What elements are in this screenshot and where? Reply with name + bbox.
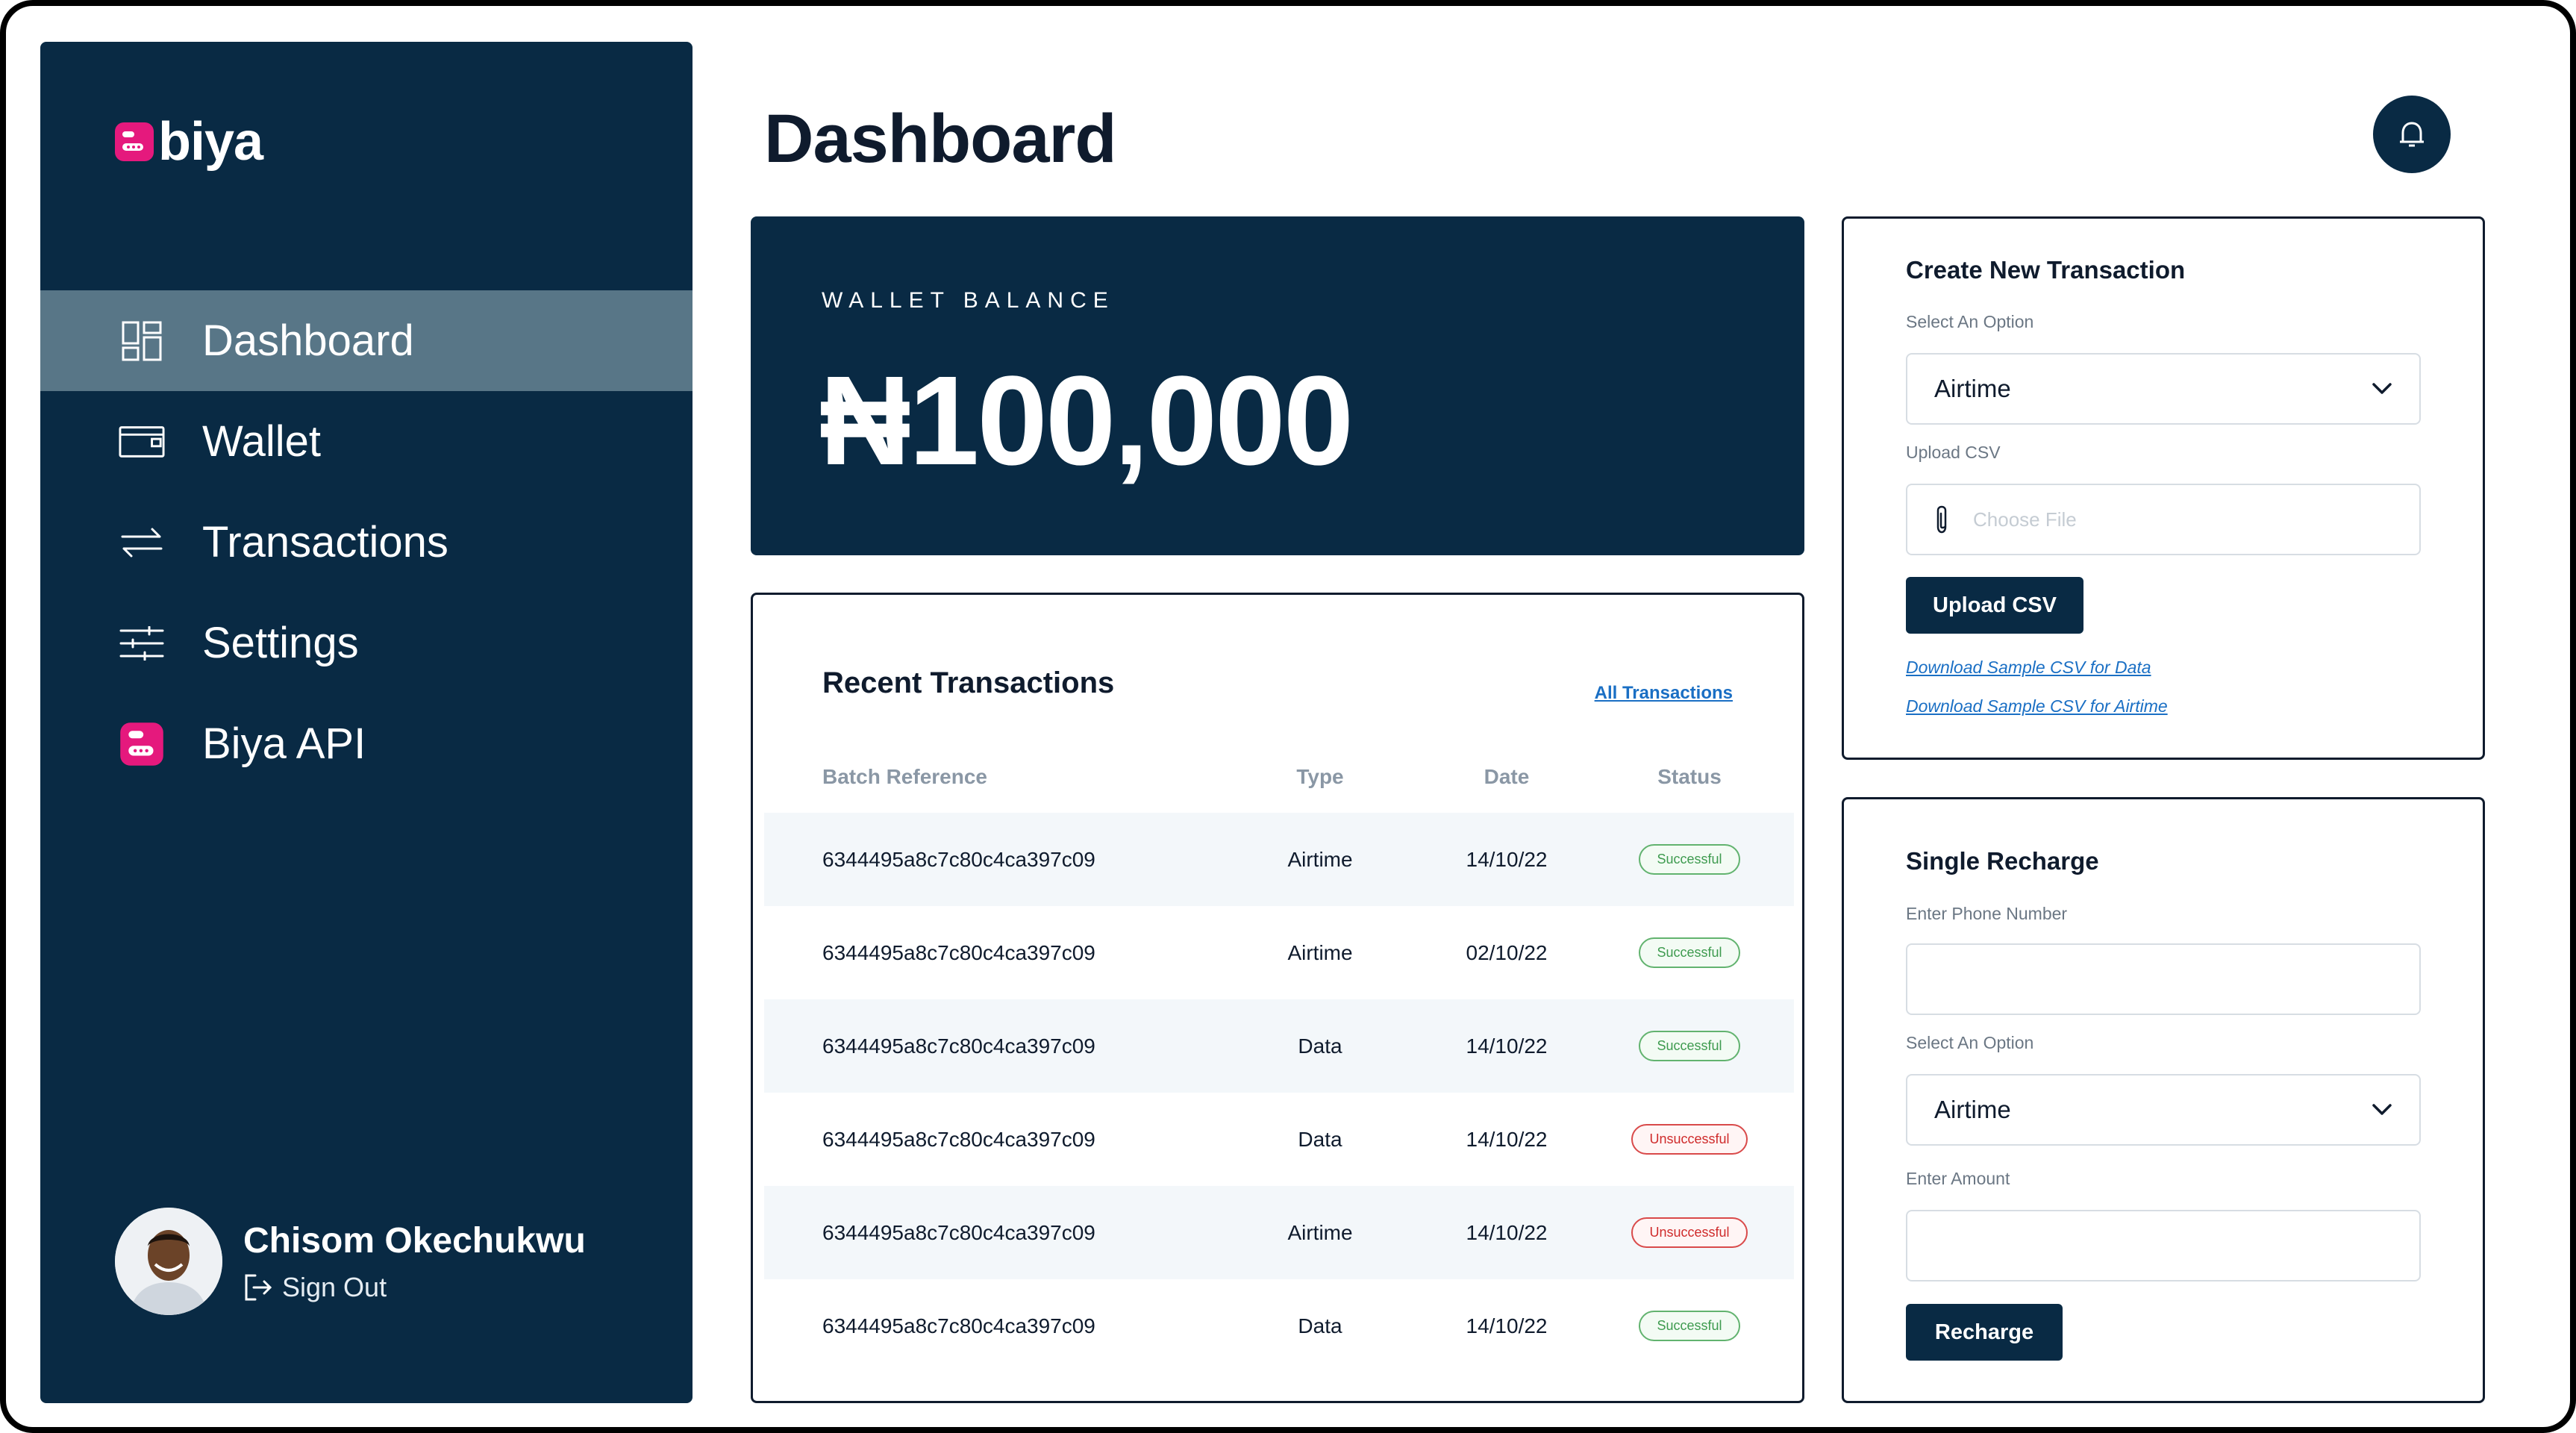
table-header: Batch Reference Type Date Status (764, 755, 1794, 799)
sidebar-nav: Dashboard Wallet Transactions Settings B… (40, 290, 693, 794)
sidebar-item-settings[interactable]: Settings (40, 593, 693, 693)
sidebar-item-label: Dashboard (202, 316, 414, 365)
transaction-date: 14/10/22 (1466, 1220, 1548, 1244)
recharge-type-select[interactable]: Airtime (1906, 1074, 2421, 1146)
status-badge: Successful (1639, 1031, 1740, 1061)
upload-csv-button[interactable]: Upload CSV (1906, 577, 2083, 634)
status-badge: Successful (1639, 844, 1740, 875)
profile-text: Chisom Okechukwu Sign Out (243, 1220, 586, 1303)
recent-transactions-card: Recent Transactions All Transactions Bat… (751, 593, 1804, 1403)
grid-icon (119, 318, 165, 364)
transaction-type-select[interactable]: Airtime (1906, 353, 2421, 425)
download-sample-airtime-link[interactable]: Download Sample CSV for Airtime (1906, 696, 2168, 716)
sidebar: biya Dashboard Wallet Transactions Setti… (40, 42, 693, 1403)
transaction-date: 14/10/22 (1466, 847, 1548, 871)
table-row[interactable]: 6344495a8c7c80c4ca397c09 Airtime 14/10/2… (764, 1186, 1794, 1279)
wallet-balance-card: WALLET BALANCE ₦100,000 (751, 216, 1804, 555)
table-row[interactable]: 6344495a8c7c80c4ca397c09 Data 14/10/22 U… (764, 1093, 1794, 1186)
selected-option: Airtime (1934, 375, 2011, 402)
sliders-icon (119, 620, 165, 666)
app-frame: biya Dashboard Wallet Transactions Setti… (0, 0, 2576, 1433)
page-title: Dashboard (764, 101, 1117, 177)
batch-reference: 6344495a8c7c80c4ca397c09 (822, 1314, 1095, 1337)
transaction-type: Data (1298, 1034, 1342, 1058)
column-header-type: Type (1296, 765, 1344, 788)
all-transactions-link[interactable]: All Transactions (1595, 683, 1733, 704)
single-recharge-title: Single Recharge (1906, 847, 2099, 875)
table-row[interactable]: 6344495a8c7c80c4ca397c09 Data 14/10/22 S… (764, 999, 1794, 1093)
transaction-type: Airtime (1287, 940, 1353, 964)
batch-reference: 6344495a8c7c80c4ca397c09 (822, 1127, 1095, 1151)
table-row[interactable]: 6344495a8c7c80c4ca397c09 Data 14/10/22 S… (764, 1279, 1794, 1373)
wallet-icon (119, 419, 165, 465)
arrows-swap-icon (119, 519, 165, 566)
selected-option: Airtime (1934, 1096, 2011, 1123)
biya-logo-icon (119, 721, 165, 767)
batch-reference: 6344495a8c7c80c4ca397c09 (822, 847, 1095, 871)
user-profile: Chisom Okechukwu Sign Out (115, 1208, 586, 1315)
status-badge: Unsuccessful (1631, 1124, 1748, 1155)
phone-number-label: Enter Phone Number (1906, 904, 2068, 923)
sidebar-item-label: Biya API (202, 719, 366, 768)
transaction-type: Data (1298, 1314, 1342, 1337)
sign-out-label: Sign Out (282, 1271, 387, 1302)
status-badge: Successful (1639, 937, 1740, 968)
select-option-label: Select An Option (1906, 1033, 2034, 1052)
upload-csv-label: Upload CSV (1906, 443, 2001, 462)
bell-icon (2400, 122, 2424, 147)
table-row[interactable]: 6344495a8c7c80c4ca397c09 Airtime 14/10/2… (764, 813, 1794, 906)
csv-file-input[interactable]: Choose File (1906, 484, 2421, 555)
chevron-down-icon (2372, 1104, 2392, 1115)
transaction-date: 14/10/22 (1466, 1127, 1548, 1151)
create-transaction-title: Create New Transaction (1906, 256, 2186, 284)
table-row[interactable]: 6344495a8c7c80c4ca397c09 Airtime 02/10/2… (764, 906, 1794, 999)
notifications-button[interactable] (2373, 96, 2451, 173)
sign-out-button[interactable]: Sign Out (243, 1272, 586, 1303)
phone-number-input[interactable] (1906, 943, 2421, 1015)
transaction-date: 14/10/22 (1466, 1034, 1548, 1058)
chevron-down-icon (2372, 383, 2392, 394)
status-badge: Unsuccessful (1631, 1217, 1748, 1248)
brand-logo[interactable]: biya (113, 110, 263, 173)
transaction-type: Data (1298, 1127, 1342, 1151)
transaction-date: 14/10/22 (1466, 1314, 1548, 1337)
transaction-type: Airtime (1287, 1220, 1353, 1244)
amount-label: Enter Amount (1906, 1169, 2010, 1188)
avatar[interactable] (115, 1208, 222, 1315)
transactions-table-body: 6344495a8c7c80c4ca397c09 Airtime 14/10/2… (764, 813, 1794, 1373)
transaction-type: Airtime (1287, 847, 1353, 871)
brand-name: biya (158, 112, 263, 172)
wallet-balance-amount: ₦100,000 (819, 350, 1354, 492)
user-name: Chisom Okechukwu (243, 1220, 586, 1261)
wallet-balance-label: WALLET BALANCE (822, 288, 1115, 313)
column-header-batch-reference: Batch Reference (822, 765, 987, 788)
batch-reference: 6344495a8c7c80c4ca397c09 (822, 1034, 1095, 1058)
sidebar-item-label: Wallet (202, 417, 321, 466)
column-header-date: Date (1484, 765, 1530, 788)
sidebar-item-label: Settings (202, 619, 359, 667)
sidebar-item-wallet[interactable]: Wallet (40, 391, 693, 492)
sidebar-item-dashboard[interactable]: Dashboard (40, 290, 693, 391)
amount-input[interactable] (1906, 1210, 2421, 1281)
recharge-button[interactable]: Recharge (1906, 1304, 2063, 1361)
batch-reference: 6344495a8c7c80c4ca397c09 (822, 940, 1095, 964)
transaction-date: 02/10/22 (1466, 940, 1548, 964)
column-header-status: Status (1657, 765, 1722, 788)
download-sample-data-link[interactable]: Download Sample CSV for Data (1906, 658, 2151, 678)
sidebar-item-label: Transactions (202, 518, 448, 566)
status-badge: Successful (1639, 1311, 1740, 1341)
select-option-label: Select An Option (1906, 312, 2034, 331)
sidebar-item-transactions[interactable]: Transactions (40, 492, 693, 593)
single-recharge-panel: Single Recharge Enter Phone Number Selec… (1842, 797, 2485, 1403)
sidebar-item-biya-api[interactable]: Biya API (40, 693, 693, 794)
sign-out-icon (245, 1274, 272, 1300)
recent-transactions-title: Recent Transactions (822, 666, 1115, 699)
batch-reference: 6344495a8c7c80c4ca397c09 (822, 1220, 1095, 1244)
create-transaction-panel: Create New Transaction Select An Option … (1842, 216, 2485, 760)
paperclip-icon (1936, 505, 1947, 534)
file-placeholder: Choose File (1973, 508, 2077, 531)
biya-logo-icon (115, 122, 154, 161)
